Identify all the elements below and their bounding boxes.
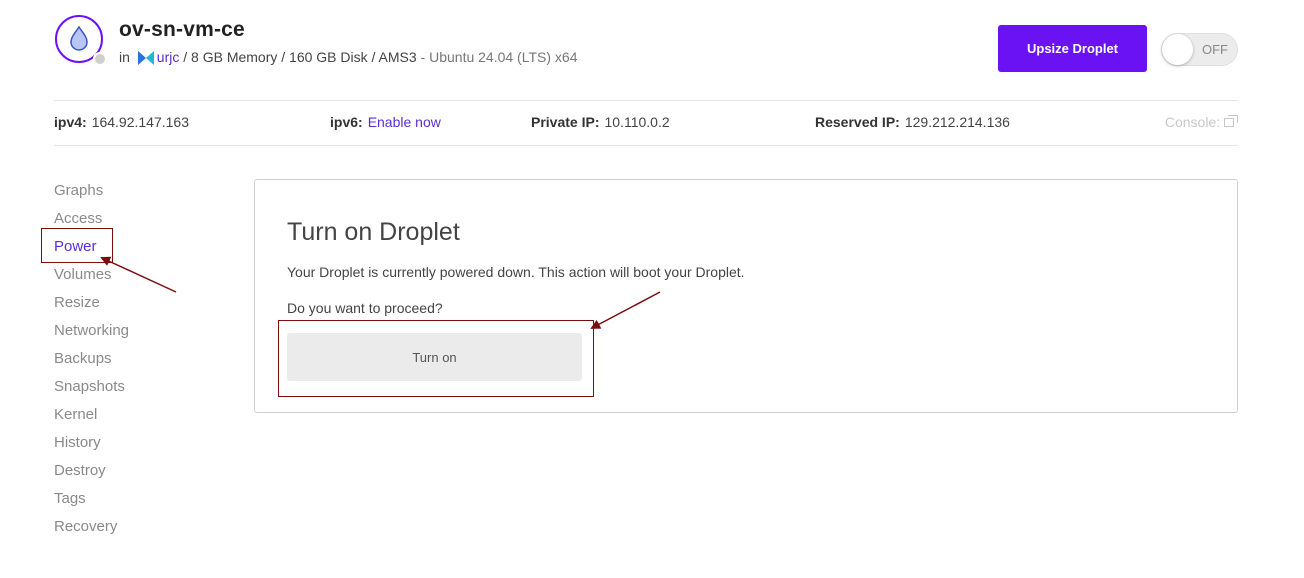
panel-description: Your Droplet is currently powered down. … — [287, 264, 745, 280]
reserved-ip-label: Reserved IP: — [815, 114, 900, 130]
droplet-summary: in urjc / 8 GB Memory / 160 GB Disk / AM… — [119, 49, 577, 65]
panel-question: Do you want to proceed? — [287, 300, 443, 316]
ipv6-info: ipv6: Enable now — [330, 114, 441, 130]
reserved-ip-info: Reserved IP: 129.212.214.136 — [815, 114, 1010, 130]
console-popout-icon — [1224, 115, 1238, 127]
droplet-os: - Ubuntu 24.04 (LTS) x64 — [416, 49, 578, 65]
project-icon — [137, 51, 154, 65]
status-indicator — [93, 52, 107, 66]
in-label: in — [119, 49, 130, 65]
sidebar-item-destroy[interactable]: Destroy — [54, 460, 129, 488]
sidebar-item-kernel[interactable]: Kernel — [54, 404, 129, 432]
sidebar-item-volumes[interactable]: Volumes — [54, 264, 129, 292]
ipv4-value[interactable]: 164.92.147.163 — [92, 114, 189, 130]
droplet-sidebar: Graphs Access Power Volumes Resize Netwo… — [54, 180, 129, 544]
sidebar-item-access[interactable]: Access — [54, 208, 129, 236]
private-ip-label: Private IP: — [531, 114, 600, 130]
ipv4-info: ipv4: 164.92.147.163 — [54, 114, 189, 130]
private-ip-info: Private IP: 10.110.0.2 — [531, 114, 670, 130]
droplet-name: ov-sn-vm-ce — [119, 18, 245, 41]
console-link[interactable]: Console: — [1165, 114, 1238, 130]
droplet-header: ov-sn-vm-ce in urjc / 8 GB Memory / 160 … — [54, 14, 1238, 86]
power-toggle[interactable]: OFF — [1161, 33, 1238, 66]
sidebar-item-tags[interactable]: Tags — [54, 488, 129, 516]
ipv4-label: ipv4: — [54, 114, 87, 130]
power-toggle-label: OFF — [1202, 42, 1228, 57]
sidebar-item-networking[interactable]: Networking — [54, 320, 129, 348]
project-link[interactable]: urjc — [157, 49, 180, 65]
sidebar-item-power[interactable]: Power — [54, 236, 129, 264]
console-label: Console: — [1164, 114, 1221, 130]
reserved-ip-value[interactable]: 129.212.214.136 — [905, 114, 1010, 130]
sidebar-item-history[interactable]: History — [54, 432, 129, 460]
sidebar-item-snapshots[interactable]: Snapshots — [54, 376, 129, 404]
droplet-specs: / 8 GB Memory / 160 GB Disk / AMS3 — [179, 49, 417, 65]
ip-bar: ipv4: 164.92.147.163 ipv6: Enable now Priv… — [54, 100, 1238, 146]
power-panel: Turn on Droplet Your Droplet is currentl… — [254, 179, 1238, 413]
sidebar-item-backups[interactable]: Backups — [54, 348, 129, 376]
sidebar-item-graphs[interactable]: Graphs — [54, 180, 129, 208]
sidebar-item-recovery[interactable]: Recovery — [54, 516, 129, 544]
upsize-droplet-button[interactable]: Upsize Droplet — [998, 25, 1147, 72]
ipv6-label: ipv6: — [330, 114, 363, 130]
toggle-knob — [1162, 34, 1193, 65]
sidebar-item-resize[interactable]: Resize — [54, 292, 129, 320]
turn-on-button[interactable]: Turn on — [287, 333, 582, 381]
private-ip-value[interactable]: 10.110.0.2 — [604, 114, 669, 130]
panel-title: Turn on Droplet — [287, 218, 460, 246]
ipv6-enable-link[interactable]: Enable now — [368, 114, 441, 130]
